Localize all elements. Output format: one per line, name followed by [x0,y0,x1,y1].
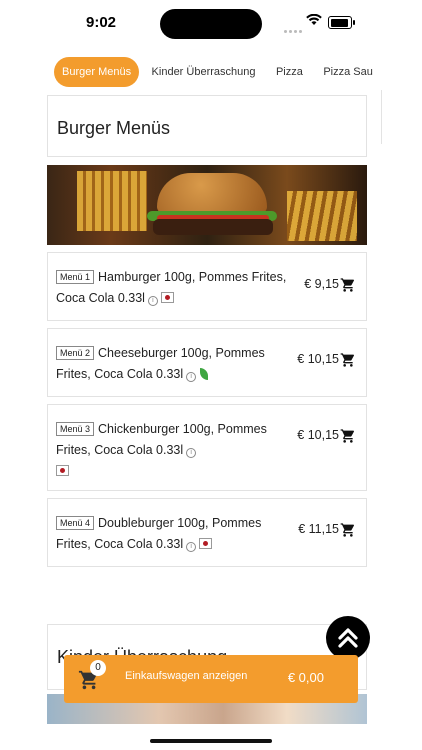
add-to-cart-icon[interactable] [340,522,356,538]
battery-icon [328,16,355,29]
menu-item-text: Menü 3 Chickenburger 100g, Pommes Frites,… [56,419,292,482]
menu-badge: Menü 4 [56,516,95,530]
add-to-cart-icon[interactable] [340,277,356,293]
menu-item-text: Menü 1 Hamburger 100g, Pommes Frites, Coc… [56,267,292,309]
status-time: 9:02 [86,14,117,31]
info-icon[interactable]: i [147,296,158,306]
scroll-to-top-button[interactable] [326,616,370,660]
menu-item-card[interactable]: Menü 1 Hamburger 100g, Pommes Frites, Coc… [47,252,367,321]
vegetarian-leaf-icon [200,368,209,380]
status-bar: 9:02 [0,0,422,48]
menu-item-card[interactable]: Menü 2 Cheeseburger 100g, Pommes Frites, … [47,328,367,397]
allergen-flag-icon [56,465,69,476]
info-icon[interactable]: i [186,372,197,382]
category-tabs: Burger Menüs Kinder Überraschung Pizza P… [54,57,386,87]
info-icon[interactable]: i [186,448,197,458]
tab-kinder-ueberraschung[interactable]: Kinder Überraschung [144,57,264,87]
show-cart-button[interactable]: 0 Einkaufswagen anzeigen € 0,00 [64,655,358,703]
add-to-cart-icon[interactable] [340,428,356,444]
menu-badge: Menü 1 [56,270,95,284]
menu-item-text: Menü 2 Cheeseburger 100g, Pommes Frites, … [56,343,292,385]
tab-burger-menus[interactable]: Burger Menüs [54,57,140,87]
menu-item-price: € 11,15 [298,522,339,536]
menu-item-price: € 10,15 [297,352,339,366]
section-header-card: Burger Menüs [47,95,367,157]
menu-item-price: € 9,15 [304,277,339,291]
menu-badge: Menü 3 [56,422,95,436]
cellular-signal-icon [284,20,304,38]
menu-item-price: € 10,15 [297,428,339,442]
allergen-flag-icon [160,292,174,303]
menu-item-card[interactable]: Menü 3 Chickenburger 100g, Pommes Frites,… [47,404,367,491]
menu-item-text: Menü 4 Doubleburger 100g, Pommes Frites, … [56,513,292,555]
dynamic-island [160,9,262,39]
tab-pizza[interactable]: Pizza [268,57,311,87]
double-chevron-up-icon [338,628,358,648]
menu-item-card[interactable]: Menü 4 Doubleburger 100g, Pommes Frites, … [47,498,367,567]
menu-badge: Menü 2 [56,346,95,360]
burger-banner-image [47,165,367,245]
scroll-indicator [381,90,382,144]
cart-count-badge: 0 [90,660,106,676]
cart-label: Einkaufswagen anzeigen [125,670,248,682]
allergen-flag-icon [199,538,213,549]
wifi-icon [306,14,322,25]
tab-pizza-sau[interactable]: Pizza Sau [315,57,381,87]
section-title: Burger Menüs [57,118,171,138]
add-to-cart-icon[interactable] [340,352,356,368]
home-indicator [150,739,272,743]
info-icon[interactable]: i [186,542,197,552]
cart-total: € 0,00 [287,670,324,685]
